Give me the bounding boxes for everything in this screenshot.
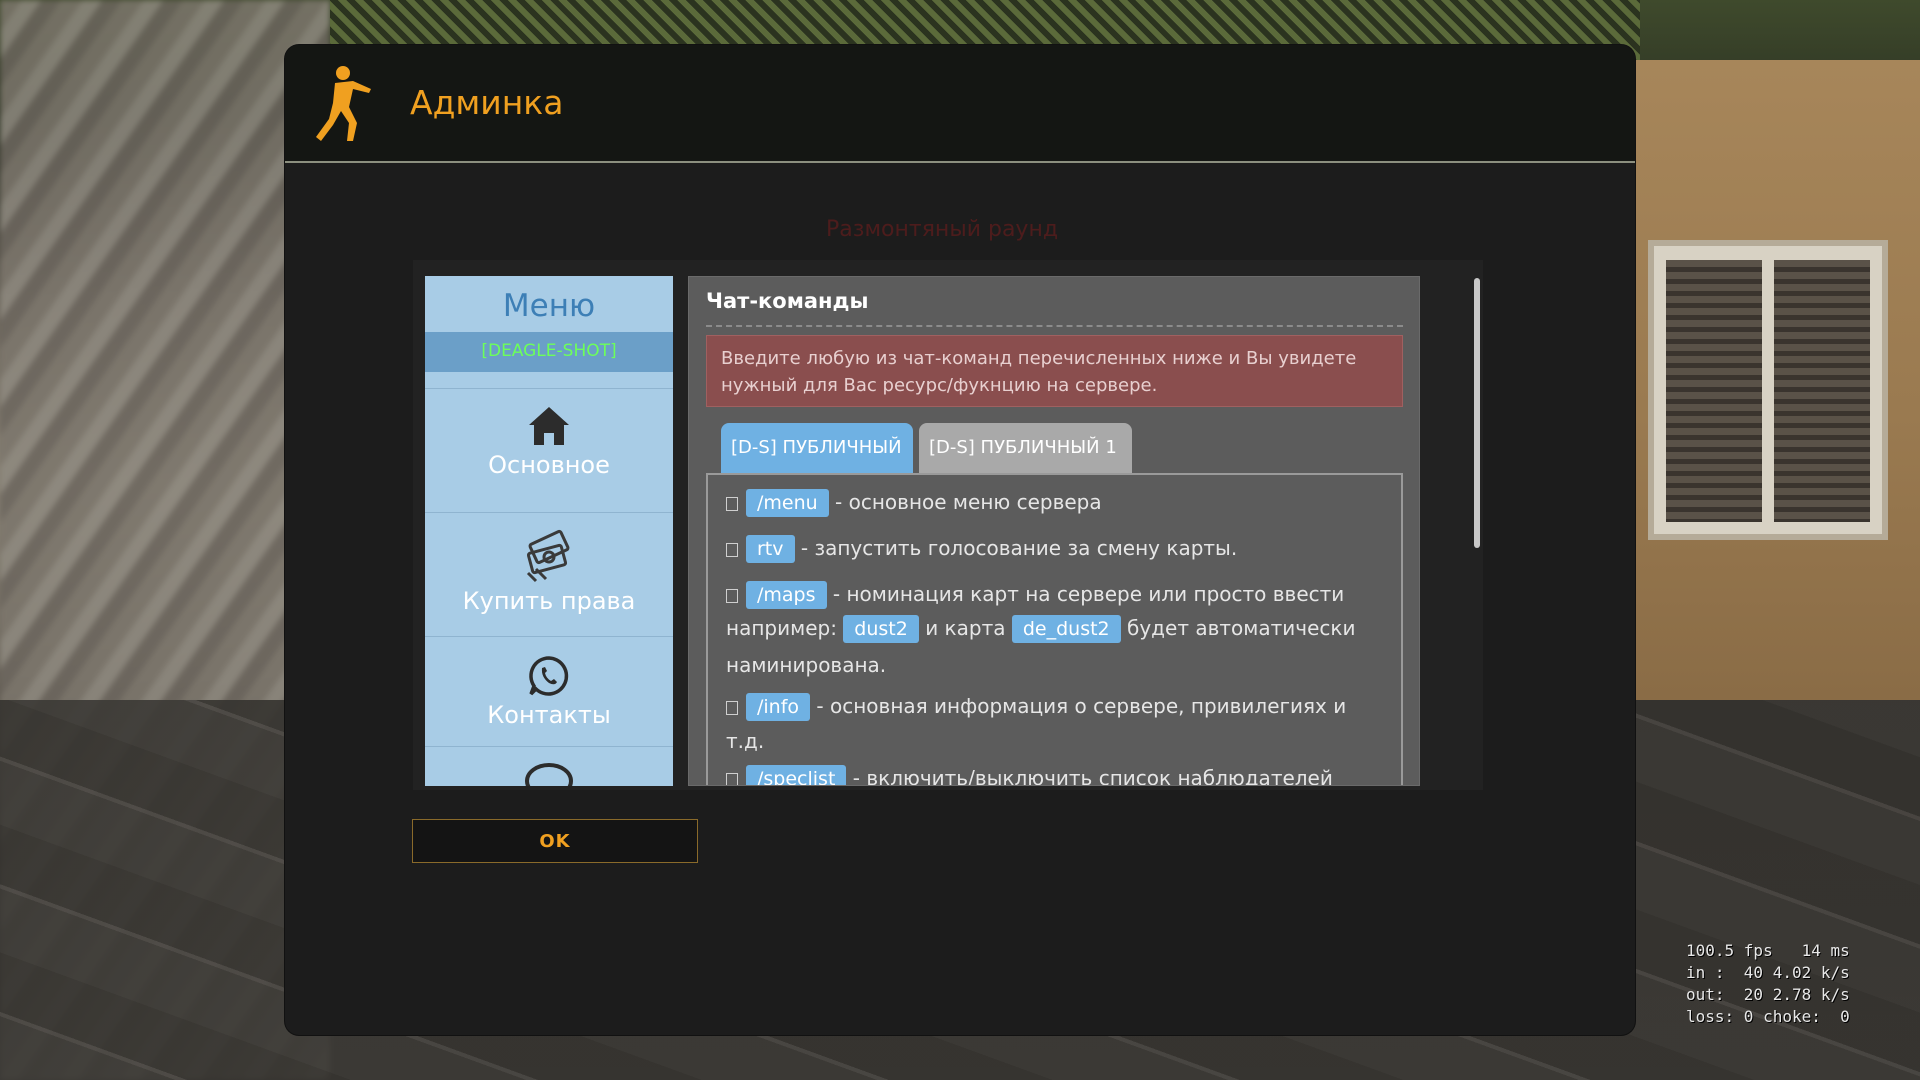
command-tag: rtv (746, 535, 795, 563)
title-divider (706, 325, 1403, 327)
hud-round-message: Размонтяный раунд (826, 217, 1059, 242)
sidebar-item-chat[interactable] (425, 747, 673, 786)
command-description: будет автоматически (1127, 616, 1356, 640)
sidebar-item-label: Купить права (462, 587, 636, 615)
command-description: и карта (925, 616, 1006, 640)
list-item: /menu - основное меню сервера (726, 489, 1102, 517)
sidebar-item-label: Контакты (487, 701, 611, 729)
command-description: - основное меню сервера (835, 490, 1102, 514)
command-tag: /speclist (746, 765, 847, 785)
money-icon (526, 529, 570, 583)
net-graph-line: loss: 0 choke: 0 (1686, 1007, 1850, 1026)
content-title: Чат-команды (706, 289, 869, 313)
list-item-continuation: наминирована. (726, 653, 886, 677)
home-icon (529, 407, 569, 445)
command-description: наминирована. (726, 653, 887, 677)
command-description: например: (726, 616, 837, 640)
list-item: /speclist - включить/выключить список на… (726, 765, 1333, 786)
command-tag: /menu (746, 489, 829, 517)
net-graph-line: out: 20 2.78 k/s (1686, 985, 1850, 1004)
sidebar-item-contacts[interactable]: Контакты (425, 637, 673, 747)
list-item: /info - основная информация о сервере, п… (726, 693, 1346, 721)
window-title: Админка (410, 83, 564, 122)
list-item-continuation: т.д. (726, 729, 764, 753)
bullet-icon (726, 496, 738, 511)
example-tag: de_dust2 (1011, 615, 1121, 643)
bullet-icon (726, 588, 738, 603)
net-graph-line: 100.5 fps 14 ms (1686, 941, 1850, 960)
example-tag: dust2 (843, 615, 919, 643)
sidebar-header: Меню (502, 288, 596, 324)
commands-list: /menu - основное меню сервера rtv - запу… (706, 473, 1403, 786)
info-alert: Введите любую из чат-команд перечисленны… (706, 335, 1403, 407)
tab-public[interactable]: [D-S] ПУБЛИЧНЫЙ (721, 423, 913, 473)
sidebar-divider (425, 372, 673, 389)
list-item-continuation: например: dust2 и карта de_dust2 будет а… (726, 615, 1355, 643)
sidebar-item-label: Основное (488, 451, 610, 479)
window-titlebar: Админка (285, 45, 1635, 163)
sidebar-item-buy-rights[interactable]: Купить права (425, 513, 673, 637)
ok-button[interactable]: OK (412, 819, 698, 863)
sidebar-item-main[interactable]: Основное (425, 389, 673, 513)
tab-public-1[interactable]: [D-S] ПУБЛИЧНЫЙ 1 (919, 423, 1132, 473)
command-description: - номинация карт на сервере или просто в… (832, 582, 1345, 606)
net-graph-line: in : 40 4.02 k/s (1686, 963, 1850, 982)
command-description: - основная информация о сервере, привиле… (816, 694, 1347, 718)
content-panel: Чат-команды Введите любую из чат-команд … (688, 276, 1420, 786)
bullet-icon (726, 772, 738, 785)
net-graph: 100.5 fps 14 ms in : 40 4.02 k/s out: 20… (1686, 940, 1850, 1028)
command-description: - запустить голосование за смену карты. (800, 536, 1238, 560)
list-item: rtv - запустить голосование за смену кар… (726, 535, 1237, 563)
whatsapp-icon (529, 656, 569, 696)
command-tag: /info (746, 693, 811, 721)
background-shutter (1666, 260, 1762, 522)
bullet-icon (726, 700, 738, 715)
command-description: т.д. (726, 729, 765, 753)
list-item: /maps - номинация карт на сервере или пр… (726, 581, 1344, 609)
sidebar-menu: Меню [DEAGLE-SHOT] Основное Купить права… (425, 276, 673, 786)
server-tag: [DEAGLE-SHOT] (425, 332, 673, 372)
counter-terrorist-icon (316, 66, 371, 141)
bullet-icon (726, 542, 738, 557)
command-description: - включить/выключить список наблюдателей (852, 766, 1333, 786)
command-tag: /maps (746, 581, 827, 609)
chat-icon (525, 763, 573, 786)
content-scrollbar[interactable] (1474, 278, 1480, 548)
background-window (1648, 240, 1888, 540)
background-shutter (1774, 260, 1870, 522)
